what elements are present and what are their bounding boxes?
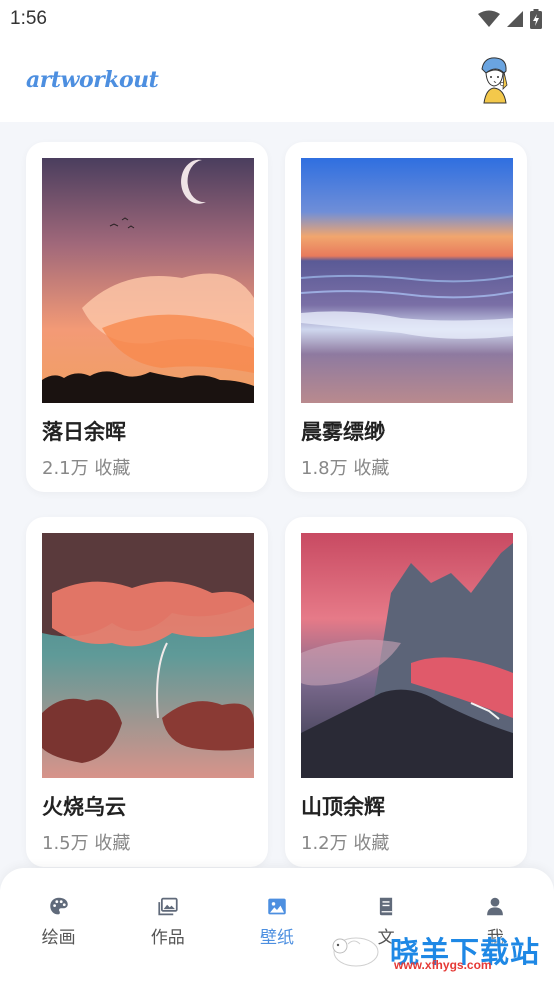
wallpaper-card[interactable]: 火烧乌云 1.5万 收藏 <box>26 517 268 867</box>
sheep-logo-icon <box>332 937 379 967</box>
wallpaper-title: 落日余晖 <box>42 420 126 444</box>
gallery-icon <box>158 897 178 916</box>
wallpaper-thumbnail[interactable] <box>42 158 254 403</box>
wallpaper-favorites: 1.8万 收藏 <box>301 458 390 479</box>
status-bar: 1:56 <box>0 0 554 38</box>
signal-icon <box>507 11 523 27</box>
wallpaper-card[interactable]: 落日余晖 2.1万 收藏 <box>26 142 268 492</box>
status-time: 1:56 <box>10 8 47 29</box>
battery-icon <box>530 9 542 29</box>
wallpaper-thumbnail[interactable] <box>301 533 513 778</box>
app-logo: artworkout <box>26 67 159 93</box>
status-icons <box>478 9 542 29</box>
wallpaper-card[interactable]: 晨雾缥缈 1.8万 收藏 <box>285 142 527 492</box>
app-header: artworkout <box>0 38 554 122</box>
wallpaper-grid: 落日余晖 2.1万 收藏 晨雾缥缈 1.8万 收藏 火烧乌云 1.5万 收藏 山… <box>0 122 554 867</box>
watermark: 晓羊下载站 www.xfhygs.com <box>322 920 554 980</box>
image-icon <box>268 898 286 915</box>
wifi-icon <box>478 10 500 27</box>
wallpaper-title: 火烧乌云 <box>42 795 126 819</box>
wallpaper-thumbnail[interactable] <box>42 533 254 778</box>
nav-item-works[interactable]: 作品 <box>118 868 218 948</box>
wallpaper-card[interactable]: 山顶余辉 1.2万 收藏 <box>285 517 527 867</box>
avatar[interactable] <box>474 55 514 105</box>
nav-item-wallpaper[interactable]: 壁纸 <box>227 868 327 948</box>
nav-label-works: 作品 <box>150 928 185 948</box>
nav-label-wallpaper: 壁纸 <box>259 928 294 948</box>
wallpaper-favorites: 1.2万 收藏 <box>301 833 390 854</box>
wallpaper-thumbnail[interactable] <box>301 158 513 403</box>
palette-icon <box>49 897 68 915</box>
nav-item-draw[interactable]: 绘画 <box>9 868 109 948</box>
wallpaper-favorites: 2.1万 收藏 <box>42 458 131 479</box>
wallpaper-favorites: 1.5万 收藏 <box>42 833 131 854</box>
wallpaper-title: 山顶余辉 <box>301 795 385 819</box>
watermark-url: www.xfhygs.com <box>394 958 492 972</box>
book-icon <box>380 897 393 916</box>
avatar-illustration <box>481 57 508 104</box>
person-icon <box>487 897 504 916</box>
wallpaper-title: 晨雾缥缈 <box>301 420 385 444</box>
nav-label-draw: 绘画 <box>41 928 76 948</box>
